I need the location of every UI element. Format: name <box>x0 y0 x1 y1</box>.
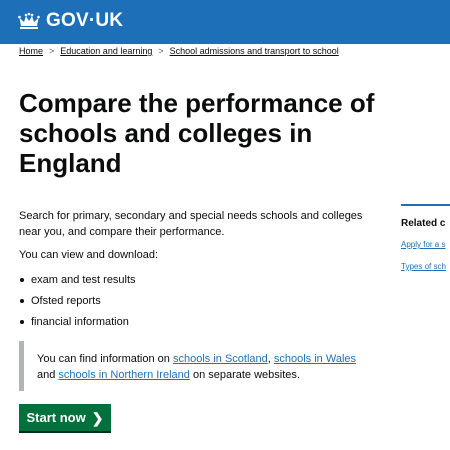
related-link-types[interactable]: Types of sch <box>401 262 446 271</box>
breadcrumb: Home > Education and learning > School a… <box>19 46 339 56</box>
view-download-text: You can view and download: <box>19 249 159 261</box>
schools-scotland-link[interactable]: schools in Scotland <box>173 353 268 365</box>
list-item: exam and test results <box>19 272 136 293</box>
breadcrumb-education[interactable]: Education and learning <box>60 46 152 56</box>
inset-separator: and <box>37 369 59 381</box>
govuk-logo-link[interactable]: GOV·UK <box>18 10 123 32</box>
breadcrumb-home[interactable]: Home <box>19 46 43 56</box>
header-underline <box>0 41 450 44</box>
schools-northern-ireland-link[interactable]: schools in Northern Ireland <box>58 369 189 381</box>
breadcrumb-chevron-icon: > <box>158 46 164 56</box>
page-title: Compare the performance of schools and c… <box>19 88 375 178</box>
crown-icon <box>18 12 40 29</box>
site-header: GOV·UK <box>0 0 450 41</box>
list-item: Apply for a s <box>401 240 446 262</box>
inset-prefix: You can find information on <box>37 353 173 365</box>
inset-suffix: on separate websites. <box>189 369 300 381</box>
inset-paragraph: You can find information on schools in S… <box>37 351 357 383</box>
chevron-right-icon: ❯ <box>91 409 104 426</box>
related-content-title: Related c <box>401 218 446 229</box>
list-item: financial information <box>19 314 136 335</box>
list-item: Types of sch <box>401 262 446 284</box>
logo-text: GOV·UK <box>46 9 124 31</box>
features-list: exam and test results Ofsted reports fin… <box>19 272 136 335</box>
list-item: Ofsted reports <box>19 293 136 314</box>
inset-text-box: You can find information on schools in S… <box>19 341 357 391</box>
related-links-list: Apply for a s Types of sch <box>401 240 446 284</box>
breadcrumb-admissions[interactable]: School admissions and transport to schoo… <box>170 46 339 56</box>
related-top-rule <box>401 204 450 206</box>
start-button-label: Start now <box>26 410 86 425</box>
schools-wales-link[interactable]: schools in Wales <box>274 353 356 365</box>
breadcrumb-chevron-icon: > <box>49 46 55 56</box>
intro-paragraph: Search for primary, secondary and specia… <box>19 210 363 238</box>
start-now-button[interactable]: Start now ❯ <box>19 404 111 431</box>
related-link-apply[interactable]: Apply for a s <box>401 240 445 249</box>
